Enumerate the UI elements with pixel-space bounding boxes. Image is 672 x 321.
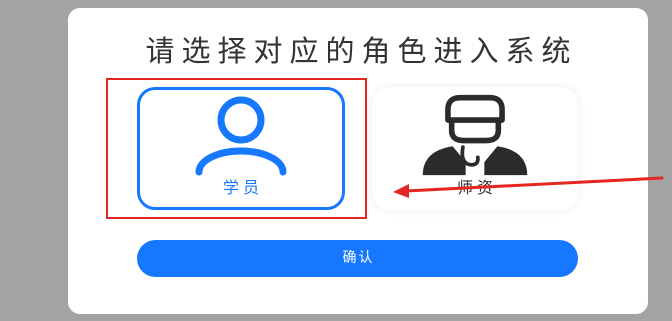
student-icon-shoulders: [195, 147, 287, 176]
confirm-button[interactable]: 确认: [137, 240, 578, 277]
role-label-student: 学员: [222, 178, 263, 197]
teacher-icon-cap: [445, 94, 505, 123]
teacher-icon: [422, 94, 528, 176]
student-icon: [195, 96, 287, 176]
student-icon-head: [217, 96, 265, 144]
role-card-student[interactable]: 学员: [137, 87, 345, 210]
teacher-icon-stethoscope: [460, 145, 480, 167]
teacher-icon-right-shoulder: [484, 146, 528, 176]
teacher-icon-left-shoulder: [422, 146, 466, 176]
role-card-teacher[interactable]: 师资: [372, 87, 578, 210]
role-select-dialog: 请选择对应的角色进入系统 学员 师资 确认: [68, 8, 648, 314]
teacher-icon-face: [448, 120, 502, 144]
dialog-title: 请选择对应的角色进入系统: [145, 34, 578, 68]
role-label-teacher: 师资: [456, 178, 497, 197]
